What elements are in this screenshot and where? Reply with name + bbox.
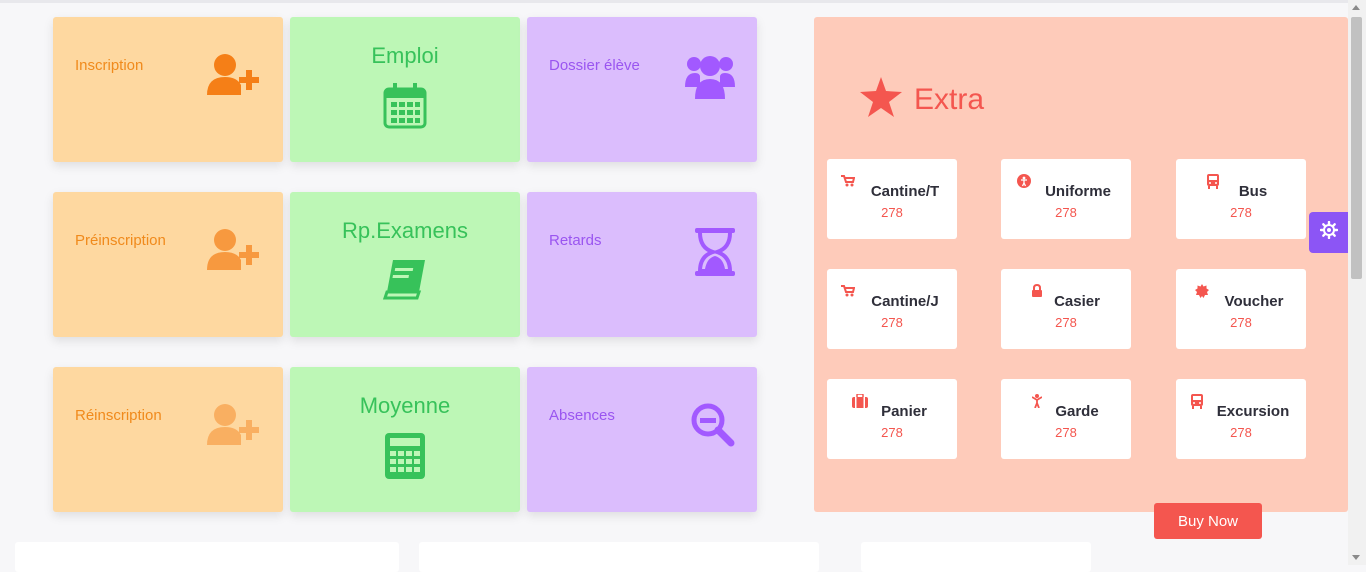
- users-icon: [685, 53, 735, 104]
- extra-card-count: 278: [1055, 425, 1077, 440]
- extra-card-name: Cantine/T: [870, 183, 940, 200]
- extra-card-casier[interactable]: Casier 278: [1001, 269, 1131, 349]
- user-plus-icon: [207, 228, 261, 277]
- extra-card-count: 278: [1230, 315, 1252, 330]
- extra-card-bus[interactable]: Bus 278: [1176, 159, 1306, 239]
- extra-header: Extra: [860, 77, 984, 122]
- bottom-card: [15, 542, 399, 572]
- extra-card-cantine-t[interactable]: Cantine/T 278: [827, 159, 957, 239]
- gear-icon: [1319, 220, 1339, 244]
- user-plus-icon: [207, 403, 261, 452]
- extra-card-name: Casier: [1054, 293, 1100, 310]
- extra-card-garde[interactable]: Garde 278: [1001, 379, 1131, 459]
- book-icon: [382, 258, 427, 305]
- extra-card-count: 278: [881, 425, 903, 440]
- settings-button[interactable]: [1309, 212, 1349, 253]
- tile-retards[interactable]: Retards: [527, 192, 757, 337]
- extra-card-count: 278: [1230, 425, 1252, 440]
- hourglass-icon: [695, 228, 735, 281]
- extra-card-cantine-j[interactable]: Cantine/J 278: [827, 269, 957, 349]
- extra-card-uniforme[interactable]: Uniforme 278: [1001, 159, 1131, 239]
- extra-card-count: 278: [1230, 205, 1252, 220]
- tile-label: Rp.Examens: [342, 218, 468, 243]
- tile-absences[interactable]: Absences: [527, 367, 757, 512]
- tile-dossier-eleve[interactable]: Dossier élève: [527, 17, 757, 162]
- buy-now-button[interactable]: Buy Now: [1154, 503, 1262, 539]
- extra-card-count: 278: [881, 205, 903, 220]
- extra-card-excursion[interactable]: Excursion 278: [1176, 379, 1306, 459]
- tile-emploi[interactable]: Emploi: [290, 17, 520, 162]
- extra-card-name: Excursion: [1216, 403, 1290, 420]
- bottom-card: [419, 542, 819, 572]
- extra-title: Extra: [914, 82, 985, 116]
- tile-rp-examens[interactable]: Rp.Examens: [290, 192, 520, 337]
- extra-card-count: 278: [1055, 315, 1077, 330]
- tile-label: Préinscription: [75, 232, 166, 249]
- extra-card-name: Garde: [1055, 403, 1099, 420]
- tile-preinscription[interactable]: Préinscription: [53, 192, 283, 337]
- search-minus-icon: [691, 403, 735, 452]
- tile-label: Inscription: [75, 57, 144, 74]
- scrollbar-thumb[interactable]: [1351, 17, 1362, 279]
- extra-card-name: Bus: [1238, 183, 1268, 200]
- star-icon: [860, 77, 902, 122]
- extra-card-name: Voucher: [1224, 293, 1284, 310]
- extra-card-name: Uniforme: [1045, 183, 1111, 200]
- top-divider: [0, 0, 1348, 3]
- extra-card-name: Panier: [881, 403, 927, 420]
- extra-card-count: 278: [881, 315, 903, 330]
- vertical-scrollbar[interactable]: [1348, 0, 1366, 565]
- tile-label: Absences: [549, 407, 615, 424]
- calendar-icon: [383, 83, 427, 134]
- scroll-down-arrow[interactable]: [1352, 555, 1360, 560]
- scroll-up-arrow[interactable]: [1352, 5, 1360, 10]
- extra-card-voucher[interactable]: Voucher 278: [1176, 269, 1306, 349]
- extra-card-panier[interactable]: Panier 278: [827, 379, 957, 459]
- bottom-card: [861, 542, 1091, 572]
- extra-card-name: Cantine/J: [871, 293, 939, 310]
- extra-card-count: 278: [1055, 205, 1077, 220]
- tile-label: Emploi: [371, 43, 439, 68]
- tile-label: Réinscription: [75, 407, 162, 424]
- user-plus-icon: [207, 53, 261, 102]
- tile-label: Retards: [549, 232, 602, 249]
- tile-reinscription[interactable]: Réinscription: [53, 367, 283, 512]
- extra-panel: Extra Cantine/T 278 Uniforme 278 Bus 278…: [814, 17, 1348, 512]
- calculator-icon: [383, 433, 427, 484]
- tile-label: Moyenne: [359, 393, 451, 418]
- tile-label: Dossier élève: [549, 57, 640, 74]
- tile-inscription[interactable]: Inscription: [53, 17, 283, 162]
- tile-moyenne[interactable]: Moyenne: [290, 367, 520, 512]
